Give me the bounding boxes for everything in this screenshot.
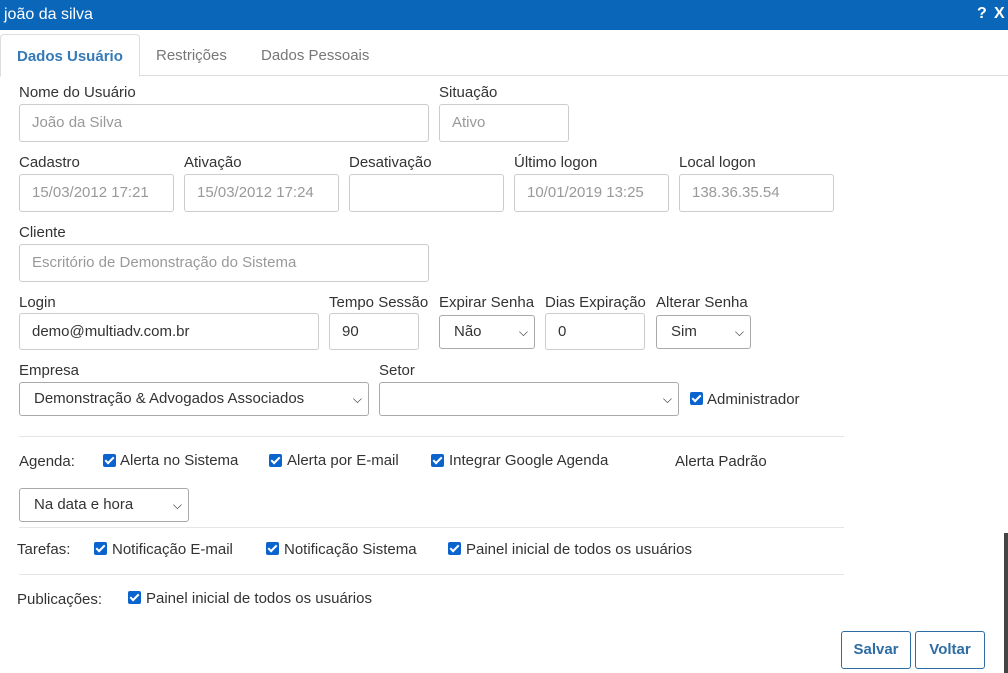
publicacoes-painel-checkbox[interactable]	[128, 591, 141, 604]
tab-dados-pessoais[interactable]: Dados Pessoais	[245, 34, 385, 77]
alterar-senha-label: Alterar Senha	[656, 294, 748, 311]
dias-expiracao-input[interactable]: 0	[545, 313, 645, 350]
administrador-label: Administrador	[707, 391, 800, 408]
tarefas-painel-checkbox[interactable]	[448, 542, 461, 555]
google-agenda-label: Integrar Google Agenda	[449, 452, 609, 469]
empresa-value: Demonstração & Advogados Associados	[34, 390, 305, 407]
expirar-senha-label: Expirar Senha	[439, 294, 535, 311]
local-logon-label: Local logon	[679, 154, 756, 171]
chevron-down-icon: ⌵	[352, 392, 362, 406]
expirar-senha-select[interactable]: Não ⌵	[439, 315, 535, 349]
alterar-senha-value: Sim	[671, 323, 697, 340]
situacao-label: Situação	[439, 84, 498, 101]
alerta-padrao-label: Alerta Padrão	[675, 453, 767, 470]
local-logon-input[interactable]: 138.36.35.54	[679, 174, 834, 212]
divider	[19, 436, 844, 437]
chevron-down-icon: ⌵	[734, 325, 744, 339]
scrollbar[interactable]	[1004, 533, 1008, 673]
expirar-senha-value: Não	[454, 323, 482, 340]
desativacao-label: Desativação	[349, 154, 432, 171]
alerta-padrao-value: Na data e hora	[34, 496, 134, 513]
voltar-button[interactable]: Voltar	[915, 631, 985, 669]
notificacao-sistema-label: Notificação Sistema	[284, 541, 417, 558]
publicacoes-painel-label: Painel inicial de todos os usuários	[146, 590, 372, 607]
login-input[interactable]: demo@multiadv.com.br	[19, 313, 319, 350]
notificacao-sistema-checkbox[interactable]	[266, 542, 279, 555]
alerta-sistema-checkbox[interactable]	[103, 454, 116, 467]
help-button[interactable]: ?	[977, 5, 987, 23]
window-title: joão da silva	[4, 6, 93, 23]
ativacao-label: Ativação	[184, 154, 242, 171]
salvar-button[interactable]: Salvar	[841, 631, 911, 669]
tab-dados-usuario[interactable]: Dados Usuário	[0, 34, 140, 77]
setor-label: Setor	[379, 362, 415, 379]
notificacao-email-label: Notificação E-mail	[112, 541, 233, 558]
notificacao-email-checkbox[interactable]	[94, 542, 107, 555]
divider	[19, 574, 844, 575]
nome-label: Nome do Usuário	[19, 84, 136, 101]
ultimo-logon-label: Último logon	[514, 154, 598, 171]
publicacoes-label: Publicações:	[17, 591, 103, 608]
alerta-sistema-label: Alerta no Sistema	[120, 452, 239, 469]
tab-bar: Dados Usuário Restrições Dados Pessoais	[0, 34, 1008, 77]
chevron-down-icon: ⌵	[518, 325, 528, 339]
close-button[interactable]: X	[994, 5, 1005, 23]
nome-input[interactable]: João da Silva	[19, 104, 429, 142]
setor-select[interactable]: ⌵	[379, 382, 679, 416]
cadastro-label: Cadastro	[19, 154, 80, 171]
cadastro-input[interactable]: 15/03/2012 17:21	[19, 174, 174, 212]
administrador-checkbox[interactable]	[690, 392, 703, 405]
chevron-down-icon: ⌵	[662, 392, 672, 406]
tarefas-painel-label: Painel inicial de todos os usuários	[466, 541, 692, 558]
ativacao-input[interactable]: 15/03/2012 17:24	[184, 174, 339, 212]
desativacao-input[interactable]	[349, 174, 504, 212]
tarefas-label: Tarefas:	[17, 541, 71, 558]
situacao-input[interactable]: Ativo	[439, 104, 569, 142]
tempo-sessao-label: Tempo Sessão	[329, 294, 429, 311]
login-label: Login	[19, 294, 56, 311]
empresa-select[interactable]: Demonstração & Advogados Associados ⌵	[19, 382, 369, 416]
cliente-input[interactable]: Escritório de Demonstração do Sistema	[19, 244, 429, 282]
dias-expiracao-label: Dias Expiração	[545, 294, 646, 311]
alerta-email-label: Alerta por E-mail	[287, 452, 399, 469]
window-titlebar: joão da silva ? X	[0, 0, 1008, 30]
alterar-senha-select[interactable]: Sim ⌵	[656, 315, 751, 349]
alerta-email-checkbox[interactable]	[269, 454, 282, 467]
tempo-sessao-input[interactable]: 90	[329, 313, 419, 350]
agenda-label: Agenda:	[19, 453, 75, 470]
ultimo-logon-input[interactable]: 10/01/2019 13:25	[514, 174, 669, 212]
google-agenda-checkbox[interactable]	[431, 454, 444, 467]
chevron-down-icon: ⌵	[172, 498, 182, 512]
tab-restricoes[interactable]: Restrições	[140, 34, 243, 77]
empresa-label: Empresa	[19, 362, 80, 379]
alerta-padrao-select[interactable]: Na data e hora ⌵	[19, 488, 189, 522]
cliente-label: Cliente	[19, 224, 66, 241]
divider	[19, 527, 844, 528]
